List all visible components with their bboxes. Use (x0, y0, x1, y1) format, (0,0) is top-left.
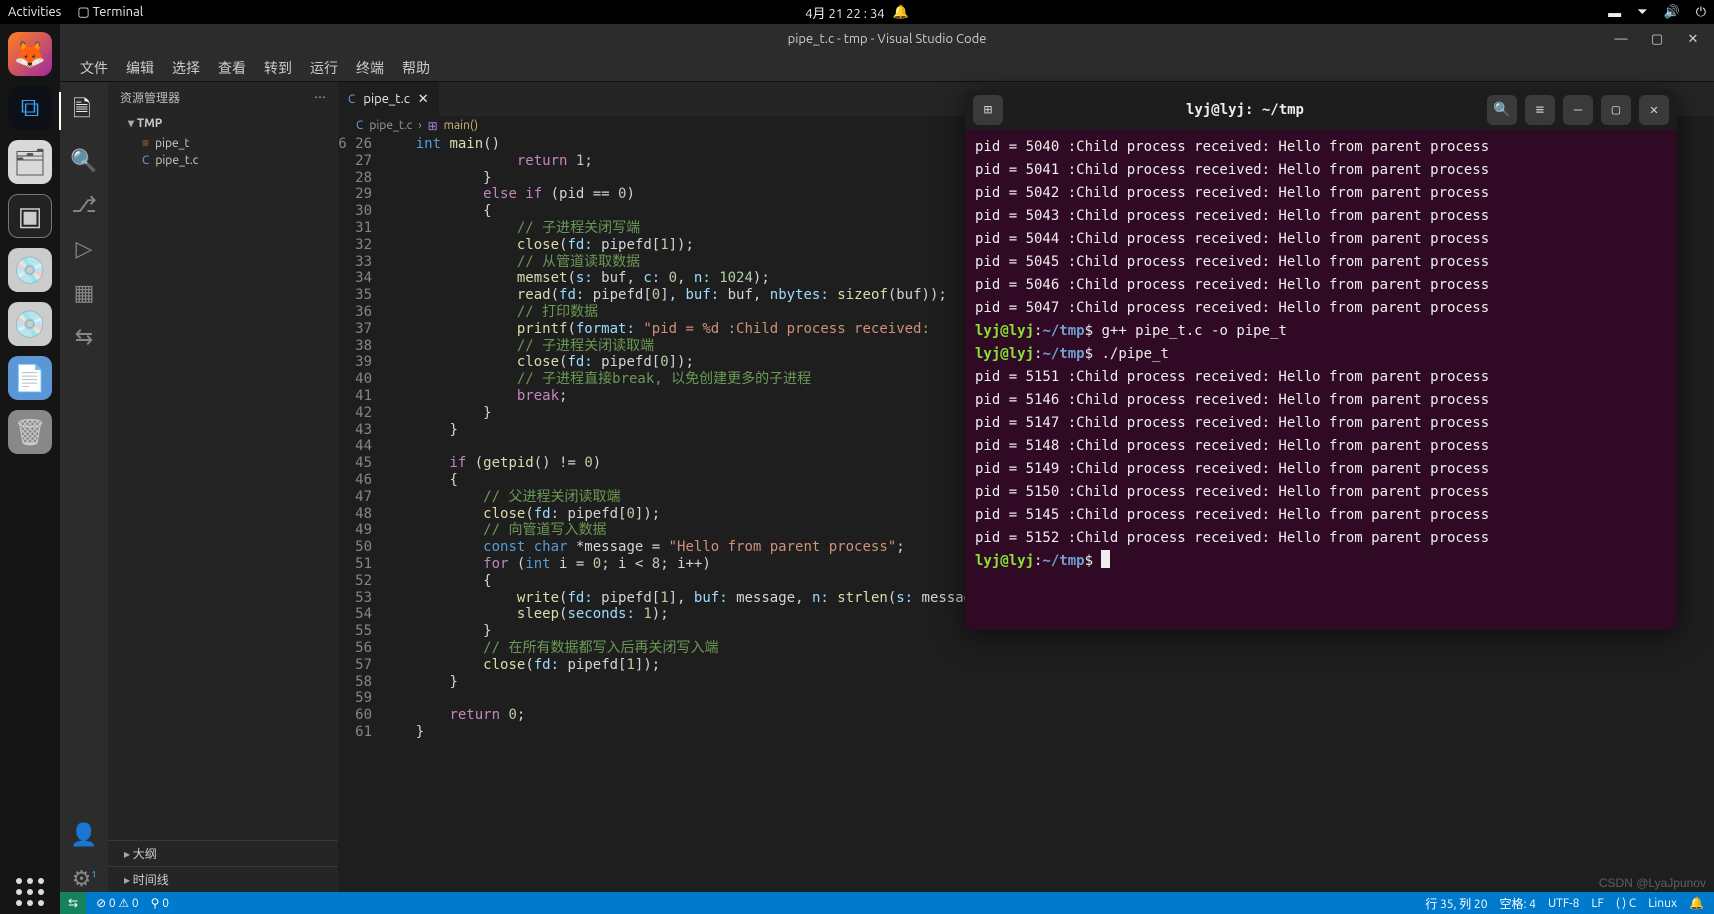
term-close-icon[interactable]: ✕ (1639, 95, 1669, 125)
win-close-icon[interactable]: ✕ (1676, 26, 1710, 52)
sound-icon[interactable]: 🔊 (1664, 5, 1680, 20)
menu-终端[interactable]: 终端 (348, 54, 392, 82)
menu-查看[interactable]: 查看 (210, 54, 254, 82)
file-pipe_t[interactable]: ≡ pipe_t (108, 134, 338, 152)
outline-section[interactable]: 大纲 (108, 840, 338, 866)
ports-indicator[interactable]: ⚲ 0 (151, 896, 169, 910)
topbar-app[interactable]: ▢ Terminal (77, 5, 143, 20)
indent-indicator[interactable]: 空格: 4 (1499, 895, 1535, 912)
side-panel: 资源管理器 ⋯ TMP ≡ pipe_t Cpipe_t.c 大纲 时间线 (108, 82, 338, 892)
file-pipe_t.c[interactable]: Cpipe_t.c (108, 152, 338, 169)
gear-icon[interactable]: ⚙1 (72, 866, 97, 892)
term-title: lyj@lyj: ~/tmp (1011, 102, 1479, 118)
watermark: CSDN @LyaJpunov (1599, 876, 1706, 890)
menu-帮助[interactable]: 帮助 (394, 54, 438, 82)
encoding-indicator[interactable]: UTF-8 (1548, 897, 1579, 910)
dock-firefox-icon[interactable]: 🦊 (8, 32, 52, 76)
activity-bar: 🗎 🔍 ⎇ ▷ ▦ ⇆ 👤 ⚙1 (60, 82, 108, 892)
timeline-section[interactable]: 时间线 (108, 866, 338, 892)
win-min-icon[interactable]: — (1604, 26, 1638, 52)
dock-files-icon[interactable]: 🗂 (8, 140, 52, 184)
tab-pipe_t-c[interactable]: C pipe_t.c ✕ (338, 82, 440, 116)
remote-indicator[interactable]: ⇆ (60, 892, 86, 914)
c-file-icon: C (356, 119, 363, 133)
file-label: pipe_t (155, 137, 189, 150)
win-max-icon[interactable]: ▢ (1640, 26, 1674, 52)
binary-file-icon: ≡ (142, 136, 149, 150)
breadcrumb-file: pipe_t.c (369, 119, 412, 133)
term-min-icon[interactable]: — (1563, 95, 1593, 125)
gnome-terminal-window: ⊞ lyj@lyj: ~/tmp 🔍 ≡ — ▢ ✕ pid = 5040 :C… (965, 90, 1677, 630)
platform-indicator: Linux (1648, 897, 1677, 910)
c-file-icon: C (142, 154, 149, 167)
menu-选择[interactable]: 选择 (164, 54, 208, 82)
network-icon[interactable]: ⏷ (1637, 5, 1647, 20)
term-search-icon[interactable]: 🔍 (1487, 95, 1517, 125)
activities-button[interactable]: Activities (8, 5, 61, 19)
explorer-folder[interactable]: TMP (108, 112, 338, 134)
term-menu-icon[interactable]: ≡ (1525, 95, 1555, 125)
battery-icon: ▬ (1608, 5, 1621, 20)
bell-icon[interactable]: 🔔 (1689, 896, 1704, 910)
problems-indicator[interactable]: ⊘ 0 ⚠ 0 (96, 896, 139, 910)
c-file-icon: C (348, 93, 355, 106)
close-icon[interactable]: ✕ (418, 92, 429, 107)
explorer-more-icon[interactable]: ⋯ (314, 90, 326, 104)
git-icon[interactable]: ⎇ (71, 192, 96, 218)
menu-文件[interactable]: 文件 (72, 54, 116, 82)
gnome-top-bar: Activities ▢ Terminal 4月 21 22 : 34 🔔 ▬ … (0, 0, 1714, 24)
term-max-icon[interactable]: ▢ (1601, 95, 1631, 125)
clock[interactable]: 4月 21 22 : 34 (805, 3, 884, 22)
remote-icon[interactable]: ⇆ (75, 324, 93, 350)
search-icon[interactable]: 🔍 (70, 148, 97, 174)
menu-转到[interactable]: 转到 (256, 54, 300, 82)
window-title: pipe_t.c - tmp - Visual Studio Code (788, 32, 987, 46)
symbol-method-icon: ⊞ (428, 119, 438, 133)
eol-indicator[interactable]: LF (1591, 897, 1603, 910)
dock-disc1-icon[interactable]: 💿 (8, 248, 52, 292)
status-bar: ⇆ ⊘ 0 ⚠ 0 ⚲ 0 行 35, 列 20 空格: 4 UTF-8 LF … (60, 892, 1714, 914)
tab-label: pipe_t.c (363, 92, 409, 106)
dock-trash-icon[interactable]: 🗑 (8, 410, 52, 454)
explorer-title: 资源管理器 (120, 89, 180, 106)
dock-vscode-icon[interactable]: ⧉ (8, 86, 52, 130)
term-output[interactable]: pid = 5040 :Child process received: Hell… (965, 130, 1677, 630)
notifications-icon[interactable]: 🔔 (893, 5, 909, 20)
account-icon[interactable]: 👤 (70, 822, 97, 848)
power-icon[interactable]: ⏻ (1696, 5, 1706, 20)
menu-运行[interactable]: 运行 (302, 54, 346, 82)
menu-编辑[interactable]: 编辑 (118, 54, 162, 82)
term-newtab-icon[interactable]: ⊞ (973, 95, 1003, 125)
dock-disc2-icon[interactable]: 💿 (8, 302, 52, 346)
lang-indicator[interactable]: ( ) C (1616, 897, 1636, 910)
dock-notes-icon[interactable]: 📄 (8, 356, 52, 400)
file-label: pipe_t.c (155, 154, 198, 167)
extensions-icon[interactable]: ▦ (74, 280, 95, 306)
vscode-menu: 文件编辑选择查看转到运行终端帮助 (60, 54, 1714, 82)
breadcrumb-symbol: main() (444, 119, 478, 133)
dock-terminal-icon[interactable]: ▣ (8, 194, 52, 238)
vscode-titlebar: pipe_t.c - tmp - Visual Studio Code — ▢ … (60, 24, 1714, 54)
explorer-icon[interactable]: 🗎 (59, 92, 107, 130)
dock-apps-icon[interactable] (8, 870, 52, 914)
debug-icon[interactable]: ▷ (76, 236, 93, 262)
cursor-position[interactable]: 行 35, 列 20 (1425, 895, 1487, 912)
gnome-dock: 🦊 ⧉ 🗂 ▣ 💿 💿 📄 🗑 (0, 24, 60, 914)
